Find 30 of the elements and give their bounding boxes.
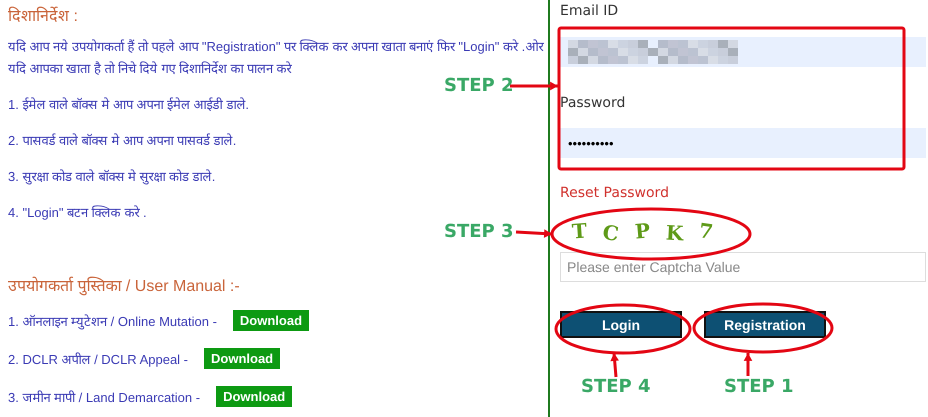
instruction-paragraph: यदि आप नये उपयोगकर्ता हैं तो पहले आप "Registration" पर क्लिक कर अपना खाता बनाएं फिर "Login" करे .ओर यदि आपका खाता है तो निचे दिये गए दिशानिर्देश का पालन करे xyxy=(8,38,545,78)
download-button[interactable]: Download xyxy=(204,348,280,369)
download-button[interactable]: Download xyxy=(232,310,310,331)
step-label: STEP 4 xyxy=(581,376,651,397)
section-heading: उपयोगकर्ता पुस्तिका / User Manual :- xyxy=(8,276,241,296)
instruction-step: 3. सुरक्षा कोड वाले बॉक्स मे सुरक्षा कोड डाले. xyxy=(8,166,548,188)
password-field[interactable]: •••••••••• xyxy=(560,128,926,158)
step-label: STEP 1 xyxy=(724,376,794,397)
field-label: Password xyxy=(560,95,626,111)
login-button[interactable]: Login xyxy=(560,311,682,338)
arrow xyxy=(516,229,552,238)
arrow xyxy=(744,353,752,376)
registration-button[interactable]: Registration xyxy=(704,311,826,338)
arrow xyxy=(610,352,619,378)
manual-label: 3. जमीन मापी / Land Demarcation - xyxy=(8,388,200,406)
manual-label: 1. ऑनलाइन म्युटेशन / Online Mutation - xyxy=(8,312,217,330)
reset-password-link[interactable]: Reset Password xyxy=(560,185,669,201)
email-field[interactable] xyxy=(560,37,926,67)
captcha-field[interactable]: Please enter Captcha Value xyxy=(560,252,926,282)
manual-label: 2. DCLR अपील / DCLR Appeal - xyxy=(8,350,188,368)
field-label: Email ID xyxy=(560,3,620,19)
section-heading: दिशानिर्देश : xyxy=(8,6,79,26)
instruction-step: 2. पासवर्ड वाले बॉक्स मे आप अपना पासवर्ड डाले. xyxy=(8,130,548,152)
arrow xyxy=(510,82,558,90)
instruction-step: 4. "Login" बटन क्लिक करे . xyxy=(8,202,548,224)
step-label: STEP 3 xyxy=(444,221,514,242)
step-label: STEP 2 xyxy=(444,75,514,96)
download-button[interactable]: Download xyxy=(216,386,292,407)
instruction-step: 1. ईमेल वाले बॉक्स मे आप अपना ईमेल आईडी डाले. xyxy=(8,94,548,116)
captcha-image: T C P K 7 xyxy=(572,219,714,243)
